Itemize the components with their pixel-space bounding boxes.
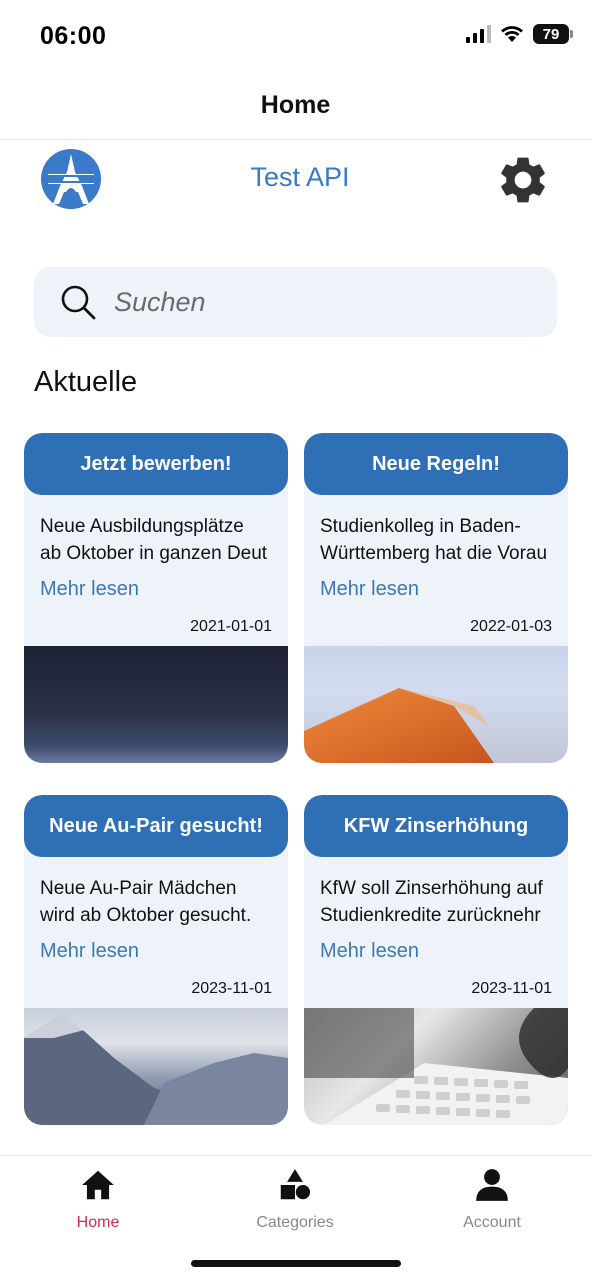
shapes-icon (280, 1169, 311, 1200)
card-title: Jetzt bewerben! (24, 433, 288, 495)
card-body: Neue Au-Pair Mädchen wird ab Oktober gesu… (24, 857, 288, 1008)
card-description: Neue Ausbildungsplätze ab Oktober in ganz… (40, 516, 268, 564)
home-icon (82, 1170, 114, 1200)
card-date: 2023-11-01 (471, 980, 552, 997)
read-more-link[interactable]: Mehr lesen (40, 578, 272, 601)
card-title: Neue Regeln! (304, 433, 568, 495)
status-time: 06:00 (40, 22, 107, 50)
keyboard-illustration (304, 1008, 568, 1125)
read-more-link[interactable]: Mehr lesen (320, 940, 552, 963)
battery-indicator: 79 (533, 24, 573, 44)
card-description: KfW soll Zinserhöhung auf Studienkredite … (320, 878, 543, 926)
desert-dune-illustration (304, 688, 494, 763)
card-date: 2021-01-01 (190, 618, 272, 635)
nav-header: Home (0, 72, 591, 140)
tab-categories[interactable]: Categories (225, 1166, 365, 1232)
tab-account[interactable]: Account (422, 1166, 562, 1232)
wifi-icon (501, 26, 523, 42)
search-input[interactable] (114, 286, 534, 318)
tab-bar: Home Categories Account (0, 1155, 591, 1280)
status-bar: 06:00 79 (0, 0, 591, 72)
cellular-signal-icon (466, 25, 491, 43)
home-indicator (191, 1260, 401, 1267)
mountain-illustration (24, 1013, 288, 1125)
gear-icon[interactable] (495, 152, 551, 208)
card-title: Neue Au-Pair gesucht! (24, 795, 288, 857)
read-more-link[interactable]: Mehr lesen (40, 940, 272, 963)
tab-label: Home (76, 1214, 120, 1231)
card-date: 2022-01-03 (470, 618, 552, 635)
card-image (304, 1008, 568, 1125)
card-body: Neue Ausbildungsplätze ab Oktober in ganz… (24, 495, 288, 646)
search-icon (61, 285, 96, 320)
user-icon (476, 1169, 508, 1201)
search-bar[interactable] (34, 267, 557, 337)
tab-label: Account (463, 1214, 521, 1231)
read-more-link[interactable]: Mehr lesen (320, 578, 552, 601)
card-description: Studienkolleg in Baden- Württemberg hat d… (320, 516, 548, 564)
section-title: Aktuelle (34, 366, 138, 398)
card-body: Studienkolleg in Baden- Württemberg hat d… (304, 495, 568, 646)
card-body: KfW soll Zinserhöhung auf Studienkredite … (304, 857, 568, 1008)
card-image (304, 646, 568, 763)
card-image (24, 1008, 288, 1125)
tab-home[interactable]: Home (28, 1166, 168, 1232)
news-card[interactable]: Neue Regeln! Studienkolleg in Baden- Würt… (304, 433, 568, 763)
news-card[interactable]: Neue Au-Pair gesucht! Neue Au-Pair Mädch… (24, 795, 288, 1125)
card-description: Neue Au-Pair Mädchen wird ab Oktober gesu… (40, 878, 252, 926)
page-title: Home (260, 91, 331, 119)
tab-label: Categories (256, 1214, 334, 1231)
card-date: 2023-11-01 (191, 980, 272, 997)
top-bar: Test API (0, 140, 591, 220)
news-card[interactable]: Jetzt bewerben! Neue Ausbildungsplätze ab… (24, 433, 288, 763)
card-title: KFW Zinserhöhung (304, 795, 568, 857)
card-image (24, 646, 288, 763)
news-card[interactable]: KFW Zinserhöhung KfW soll Zinserhöhung a… (304, 795, 568, 1125)
status-icons: 79 (466, 24, 573, 44)
